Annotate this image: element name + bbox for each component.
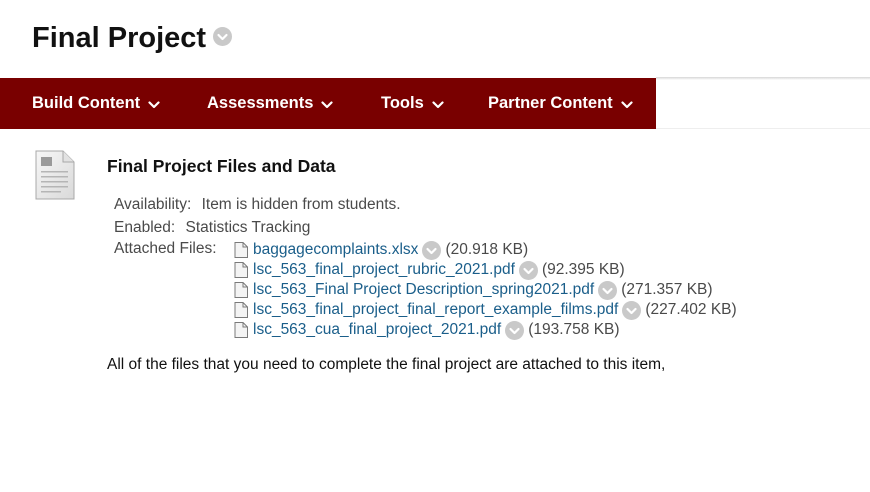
availability-label: Availability: [114,196,192,213]
menu-build-content-label: Build Content [32,94,141,112]
menu-partner-content-label: Partner Content [488,94,613,112]
availability-row: Availability: Item is hidden from studen… [114,194,401,217]
course-menubar: Build Content Assessments Tools Partner … [0,78,656,129]
chevron-down-icon [148,100,160,108]
menu-assessments-label: Assessments [207,94,314,112]
file-icon [234,322,248,338]
attached-files-label: Attached Files: [114,240,217,257]
chevron-down-icon [432,100,444,108]
attached-file-row: lsc_563_cua_final_project_2021.pdf (193.… [234,320,737,340]
enabled-row: Enabled: Statistics Tracking [114,217,401,240]
file-link[interactable]: baggagecomplaints.xlsx [253,241,418,259]
file-link[interactable]: lsc_563_final_project_rubric_2021.pdf [253,261,515,279]
chevron-down-icon [321,100,334,108]
content-item-title[interactable]: Final Project Files and Data [107,156,336,177]
item-details: Availability: Item is hidden from studen… [114,194,401,240]
menu-build-content[interactable]: Build Content [32,78,160,129]
menu-assessments[interactable]: Assessments [207,78,334,129]
enabled-value: Statistics Tracking [185,219,311,236]
file-size: (20.918 KB) [445,241,529,258]
file-icon [234,282,248,298]
document-icon [35,150,75,200]
file-size: (227.402 KB) [645,301,737,318]
file-link[interactable]: lsc_563_cua_final_project_2021.pdf [253,321,501,339]
attached-file-row: lsc_563_final_project_final_report_examp… [234,300,737,320]
attached-file-row: lsc_563_final_project_rubric_2021.pdf (9… [234,260,737,280]
file-options-chevron-icon[interactable] [422,240,442,260]
attached-file-list: baggagecomplaints.xlsx (20.918 KB) lsc_5… [234,240,737,340]
page-title: Final Project [32,22,207,54]
attached-file-row: baggagecomplaints.xlsx (20.918 KB) [234,240,737,260]
menu-shadow [656,77,870,80]
attached-file-row: lsc_563_Final Project Description_spring… [234,280,737,300]
file-link[interactable]: lsc_563_final_project_final_report_examp… [253,301,618,319]
file-options-chevron-icon[interactable] [622,300,642,320]
file-icon [234,242,248,258]
availability-value: Item is hidden from students. [201,196,401,213]
page: Final Project Build Content Assessments … [0,0,870,492]
file-options-chevron-icon[interactable] [505,320,525,340]
file-size: (271.357 KB) [621,281,713,298]
page-title-row: Final Project [32,18,233,58]
menu-partner-content[interactable]: Partner Content [488,78,633,129]
menu-tools[interactable]: Tools [381,78,444,129]
file-options-chevron-icon[interactable] [598,280,618,300]
menu-tools-label: Tools [381,94,424,112]
file-size: (193.758 KB) [528,321,620,338]
chevron-down-icon [621,100,633,108]
file-size: (92.395 KB) [541,261,625,278]
title-options-chevron-icon[interactable] [213,26,233,46]
file-options-chevron-icon[interactable] [518,260,538,280]
item-description: All of the files that you need to comple… [107,356,666,373]
file-icon [234,302,248,318]
file-link[interactable]: lsc_563_Final Project Description_spring… [253,281,594,299]
enabled-label: Enabled: [114,219,176,236]
file-icon [234,262,248,278]
